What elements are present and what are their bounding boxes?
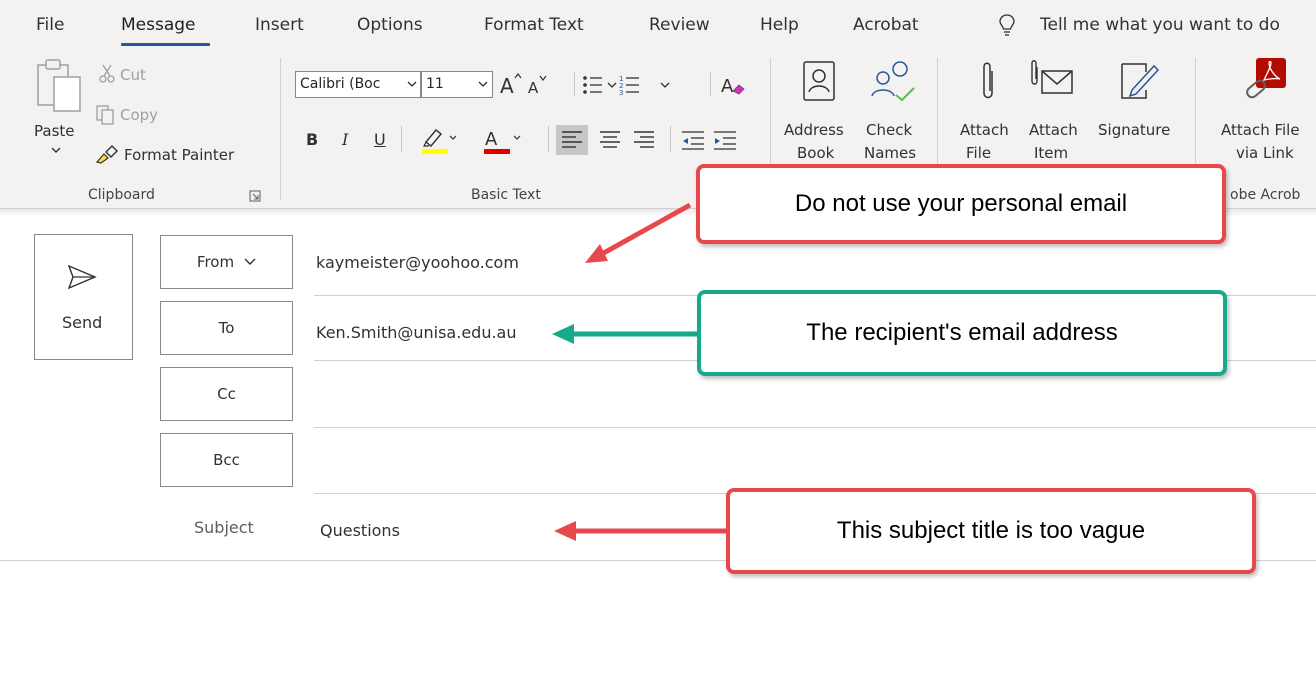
callout-vague-subject-text: This subject title is too vague — [836, 517, 1146, 544]
callout-recipient-text: The recipient's email address — [806, 319, 1118, 346]
arrow-from — [585, 202, 692, 263]
callout-recipient: The recipient's email address — [697, 290, 1227, 376]
callout-vague-subject: This subject title is too vague — [726, 488, 1256, 574]
arrow-to — [552, 324, 697, 344]
callout-personal-email: Do not use your personal email — [696, 164, 1226, 244]
callout-personal-email-text: Do not use your personal email — [794, 190, 1128, 217]
arrow-subject — [554, 521, 726, 541]
